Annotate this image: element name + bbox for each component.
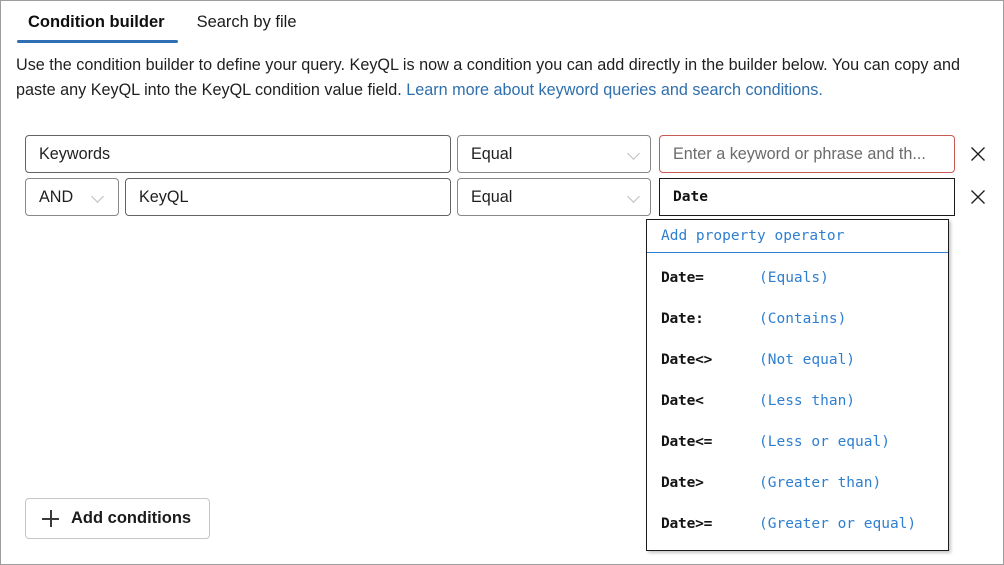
tab-selected-indicator [17,40,178,43]
suggestion-description: (Greater than) [759,474,882,491]
remove-condition-button-2[interactable] [963,182,993,212]
tab-condition-builder-label: Condition builder [28,13,165,31]
suggestion-token: Date: [661,310,704,327]
suggestion-token: Date<= [661,433,713,450]
condition-value-text-2: Date [673,188,708,205]
description-text: Use the condition builder to define your… [16,53,988,103]
close-icon [971,190,985,204]
suggestion-description: (Less or equal) [759,433,890,450]
suggestion-token: Date= [661,269,704,286]
condition-property-value-2: KeyQL [139,187,189,206]
suggestion-item[interactable]: Date= (Equals) [647,257,948,298]
condition-operator-value-2: Equal [471,187,513,206]
condition-property-field-1[interactable]: Keywords [25,135,451,173]
condition-builder-panel: Condition builder Search by file Use the… [0,0,1004,565]
suggestion-description: (Less than) [759,392,856,409]
condition-conjunction-select-2[interactable]: AND [25,178,119,216]
condition-row: AND KeyQL Equal Date [25,178,993,216]
condition-property-field-2[interactable]: KeyQL [125,178,451,216]
suggestion-token: Date> [661,474,704,491]
tab-bar: Condition builder Search by file [16,7,311,43]
condition-row: Keywords Equal Enter a keyword or phrase… [25,135,993,173]
suggestion-item[interactable]: Date: (Contains) [647,298,948,339]
tab-search-by-file[interactable]: Search by file [179,7,311,43]
condition-value-input-1[interactable]: Enter a keyword or phrase and th... [659,135,955,173]
property-operator-suggestions: Add property operator Date= (Equals) Dat… [646,219,949,551]
suggestions-header[interactable]: Add property operator [647,220,948,253]
suggestions-header-label: Add property operator [661,228,845,244]
suggestion-item[interactable]: Date<= (Less or equal) [647,421,948,462]
condition-conjunction-value-2: AND [39,187,74,206]
condition-value-placeholder-1: Enter a keyword or phrase and th... [673,144,926,163]
condition-property-value-1: Keywords [39,144,111,163]
suggestion-item[interactable]: Date< (Less than) [647,380,948,421]
suggestion-item[interactable]: Date>= (Greater or equal) [647,503,948,544]
close-icon [971,147,985,161]
condition-value-input-2[interactable]: Date [659,178,955,216]
conditions-list: Keywords Equal Enter a keyword or phrase… [25,135,993,221]
chevron-down-icon [628,147,642,161]
condition-operator-select-2[interactable]: Equal [457,178,651,216]
remove-condition-button-1[interactable] [963,139,993,169]
suggestions-list: Date= (Equals) Date: (Contains) Date<> (… [647,253,948,550]
chevron-down-icon [628,190,642,204]
condition-operator-select-1[interactable]: Equal [457,135,651,173]
suggestion-description: (Greater or equal) [759,515,917,532]
suggestion-item[interactable]: Date> (Greater than) [647,462,948,503]
tab-condition-builder[interactable]: Condition builder [16,7,179,43]
plus-icon [42,510,59,527]
suggestion-token: Date< [661,392,704,409]
chevron-down-icon [92,190,106,204]
tab-search-by-file-label: Search by file [196,13,297,31]
suggestion-token: Date<> [661,351,713,368]
suggestion-item[interactable]: Date<> (Not equal) [647,339,948,380]
add-conditions-button[interactable]: Add conditions [25,498,211,539]
condition-operator-value-1: Equal [471,144,513,163]
add-conditions-label: Add conditions [71,509,192,527]
learn-more-link[interactable]: Learn more about keyword queries and sea… [406,81,823,99]
suggestion-token: Date>= [661,515,713,532]
suggestion-description: (Contains) [759,310,847,327]
suggestion-description: (Not equal) [759,351,856,368]
suggestion-description: (Equals) [759,269,829,286]
